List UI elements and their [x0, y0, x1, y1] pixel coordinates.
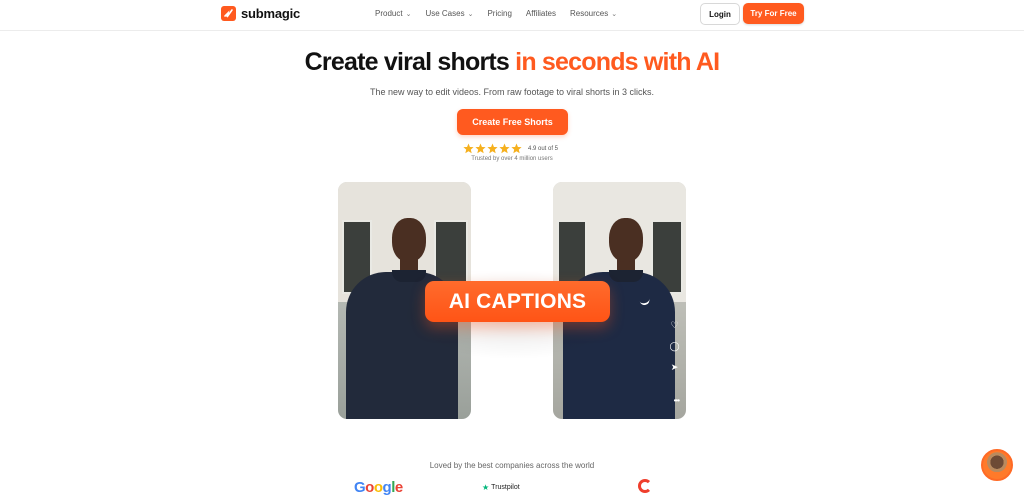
star-icon — [487, 143, 498, 154]
rating: 4.9 out of 5 — [463, 143, 558, 154]
top-nav: submagic Product ⌄ Use Cases ⌄ Pricing A… — [0, 0, 1024, 31]
submagic-logo-icon — [221, 6, 236, 21]
nav-item-use-cases[interactable]: Use Cases ⌄ — [425, 9, 473, 18]
star-icon — [511, 143, 522, 154]
chat-support-avatar[interactable] — [981, 449, 1013, 481]
hero-title: Create viral shorts in seconds with AI — [0, 48, 1024, 77]
star-icon — [463, 143, 474, 154]
person-head — [392, 218, 426, 262]
chevron-down-icon: ⌄ — [405, 10, 412, 18]
star-icon — [475, 143, 486, 154]
main-menu: Product ⌄ Use Cases ⌄ Pricing Affiliates… — [375, 9, 617, 18]
share-icon[interactable]: ➤ — [669, 362, 680, 373]
trusted-text: Trusted by over 4 million users — [471, 156, 553, 162]
google-logo-letter: o — [373, 479, 383, 496]
rating-text: 4.9 out of 5 — [528, 145, 559, 152]
star-icon — [499, 143, 510, 154]
chevron-down-icon: ⌄ — [611, 10, 618, 18]
chevron-down-icon: ⌄ — [467, 10, 474, 18]
google-logo: Google — [354, 479, 403, 496]
google-logo-letter: G — [354, 479, 366, 496]
google-logo-letter: g — [382, 479, 392, 496]
person-head — [609, 218, 643, 262]
nav-item-product[interactable]: Product ⌄ — [375, 9, 411, 18]
hero-title-main: Create viral shorts — [304, 48, 510, 76]
brand-name: submagic — [241, 6, 301, 21]
video-side-actions: ♡ ◯ ➤ — [669, 320, 680, 373]
nav-item-label: Use Cases — [425, 9, 465, 18]
google-logo-letter: e — [394, 479, 403, 496]
nav-item-label: Resources — [570, 9, 609, 18]
login-button[interactable]: Login — [700, 3, 740, 25]
nav-item-label: Pricing — [487, 9, 512, 18]
hero-subtitle: The new way to edit videos. From raw foo… — [369, 87, 655, 97]
create-free-shorts-button[interactable]: Create Free Shorts — [457, 109, 568, 135]
nav-item-pricing[interactable]: Pricing — [487, 9, 511, 18]
rating-stars — [463, 143, 522, 154]
comment-icon[interactable]: ◯ — [669, 341, 680, 352]
nav-item-label: Affiliates — [525, 9, 556, 18]
brand-logo[interactable]: submagic — [221, 6, 300, 21]
more-icon[interactable]: ••• — [674, 396, 680, 405]
try-for-free-button[interactable]: Try For Free — [743, 3, 804, 24]
trustpilot-logo-text: Trustpilot — [491, 484, 520, 491]
ai-captions-badge: AI CAPTIONS — [425, 281, 610, 322]
heart-icon[interactable]: ♡ — [669, 320, 680, 331]
nav-item-resources[interactable]: Resources ⌄ — [570, 9, 617, 18]
nav-item-label: Product — [375, 9, 403, 18]
nav-item-affiliates[interactable]: Affiliates — [526, 9, 556, 18]
logos-heading: Loved by the best companies across the w… — [429, 461, 595, 470]
google-logo-letter: o — [365, 479, 374, 496]
hero-title-accent: in seconds with AI — [515, 48, 720, 76]
